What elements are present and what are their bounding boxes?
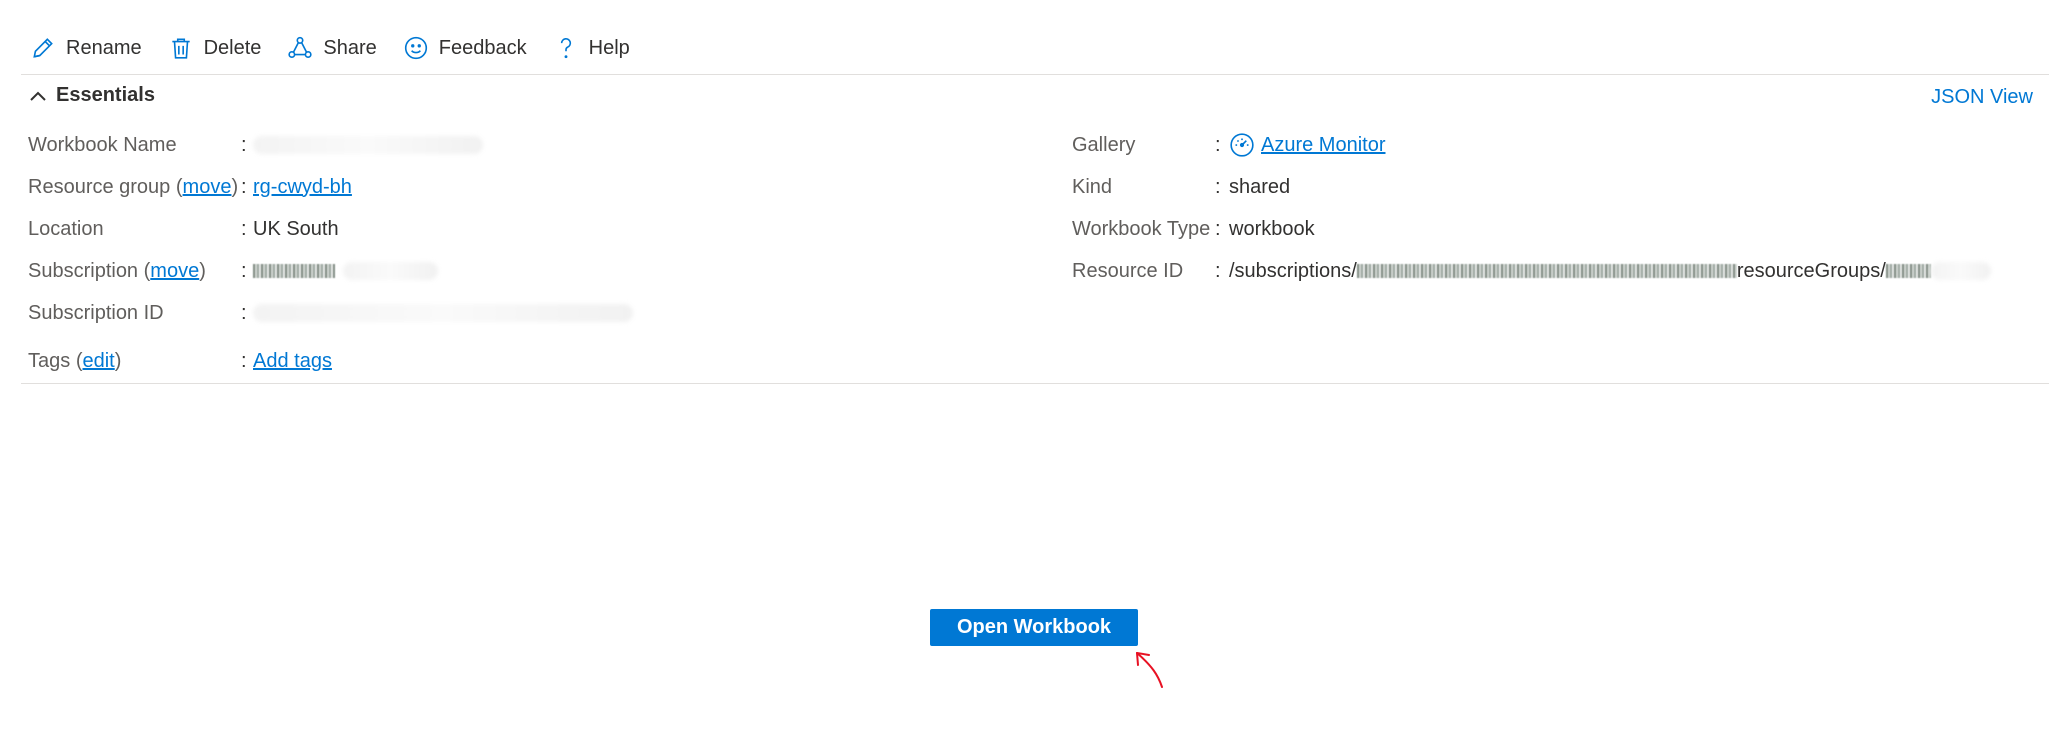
colon: : — [1215, 175, 1221, 198]
resource-group-row: Resource group (move) : rg-cwyd-bh — [28, 172, 352, 202]
json-view-link[interactable]: JSON View — [1931, 86, 2033, 109]
gauge-icon — [1230, 133, 1254, 157]
workbook-type-value: workbook — [1229, 217, 1315, 240]
colon: : — [1215, 217, 1221, 240]
kind-label: Kind — [1072, 175, 1113, 198]
toolbar-divider — [21, 74, 2049, 75]
resource-id-prefix: /subscriptions/ — [1229, 259, 1357, 282]
smiley-icon — [404, 36, 427, 60]
location-value: UK South — [253, 217, 339, 240]
annotation-arrow — [1136, 652, 1163, 688]
essentials-toggle[interactable]: Essentials — [28, 84, 155, 107]
question-icon — [560, 37, 571, 59]
subscription-id-value-redacted — [253, 304, 633, 322]
location-row: Location : UK South — [28, 214, 339, 244]
gallery-row: Gallery : Azure Monitor — [1072, 130, 1386, 160]
resource-id-row: Resource ID : /subscriptions/resourceGro… — [1072, 256, 1991, 286]
workbook-name-row: Workbook Name : — [28, 130, 483, 160]
colon: : — [241, 301, 247, 324]
tags-edit-link[interactable]: edit — [82, 350, 114, 372]
chevron-up-icon — [30, 91, 46, 101]
subscription-move-link[interactable]: move — [150, 260, 199, 282]
command-toolbar: Rename Delete Share Feedback Help — [30, 30, 656, 66]
resource-id-mid: resourceGroups/ — [1736, 259, 1886, 282]
colon: : — [1215, 133, 1221, 156]
colon: : — [241, 349, 247, 372]
add-tags-link[interactable]: Add tags — [253, 350, 332, 373]
location-label: Location — [28, 217, 104, 240]
share-label: Share — [323, 36, 377, 59]
workbook-type-label: Workbook Type — [1072, 217, 1211, 240]
subscription-id-row: Subscription ID : — [28, 298, 633, 328]
open-workbook-button[interactable]: Open Workbook — [930, 609, 1138, 646]
resource-id-value[interactable]: /subscriptions/resourceGroups/ — [1229, 260, 1991, 283]
resource-id-redacted-end — [1885, 264, 1931, 278]
pencil-icon — [33, 38, 53, 58]
help-button[interactable]: Help — [553, 35, 630, 61]
colon: : — [241, 133, 247, 156]
resource-group-link[interactable]: rg-cwyd-bh — [253, 176, 352, 199]
workbook-name-label: Workbook Name — [28, 133, 177, 156]
subscription-label: Subscription (move) — [28, 259, 206, 282]
subscription-id-label: Subscription ID — [28, 301, 164, 324]
tags-label: Tags (edit) — [28, 349, 122, 372]
essentials-divider — [21, 383, 2049, 384]
feedback-label: Feedback — [438, 36, 527, 59]
subscription-value-redacted[interactable] — [253, 262, 438, 280]
colon: : — [1215, 259, 1221, 282]
workbook-type-row: Workbook Type : workbook — [1072, 214, 1315, 244]
resource-group-label: Resource group (move) — [28, 175, 239, 198]
tags-row: Tags (edit) : Add tags — [28, 346, 332, 376]
share-button[interactable]: Share — [287, 35, 377, 61]
resource-id-redacted — [1356, 264, 1737, 278]
rename-button[interactable]: Rename — [30, 35, 142, 61]
workbook-name-value-redacted — [253, 136, 483, 154]
gallery-value: Azure Monitor — [1229, 132, 1386, 158]
delete-button[interactable]: Delete — [168, 35, 262, 61]
kind-value: shared — [1229, 175, 1291, 198]
subscription-row: Subscription (move) : — [28, 256, 438, 286]
resource-group-move-link[interactable]: move — [183, 176, 232, 198]
delete-label: Delete — [203, 36, 262, 59]
feedback-button[interactable]: Feedback — [403, 35, 527, 61]
rename-label: Rename — [66, 36, 142, 59]
azure-monitor-link[interactable]: Azure Monitor — [1261, 134, 1386, 157]
colon: : — [241, 217, 247, 240]
help-label: Help — [588, 36, 630, 59]
essentials-title: Essentials — [56, 84, 155, 106]
resource-id-label: Resource ID — [1072, 259, 1184, 282]
colon: : — [241, 259, 247, 282]
share-icon — [288, 36, 313, 59]
kind-row: Kind : shared — [1072, 172, 1290, 202]
colon: : — [241, 175, 247, 198]
trash-icon — [171, 38, 190, 59]
gallery-label: Gallery — [1072, 133, 1136, 156]
